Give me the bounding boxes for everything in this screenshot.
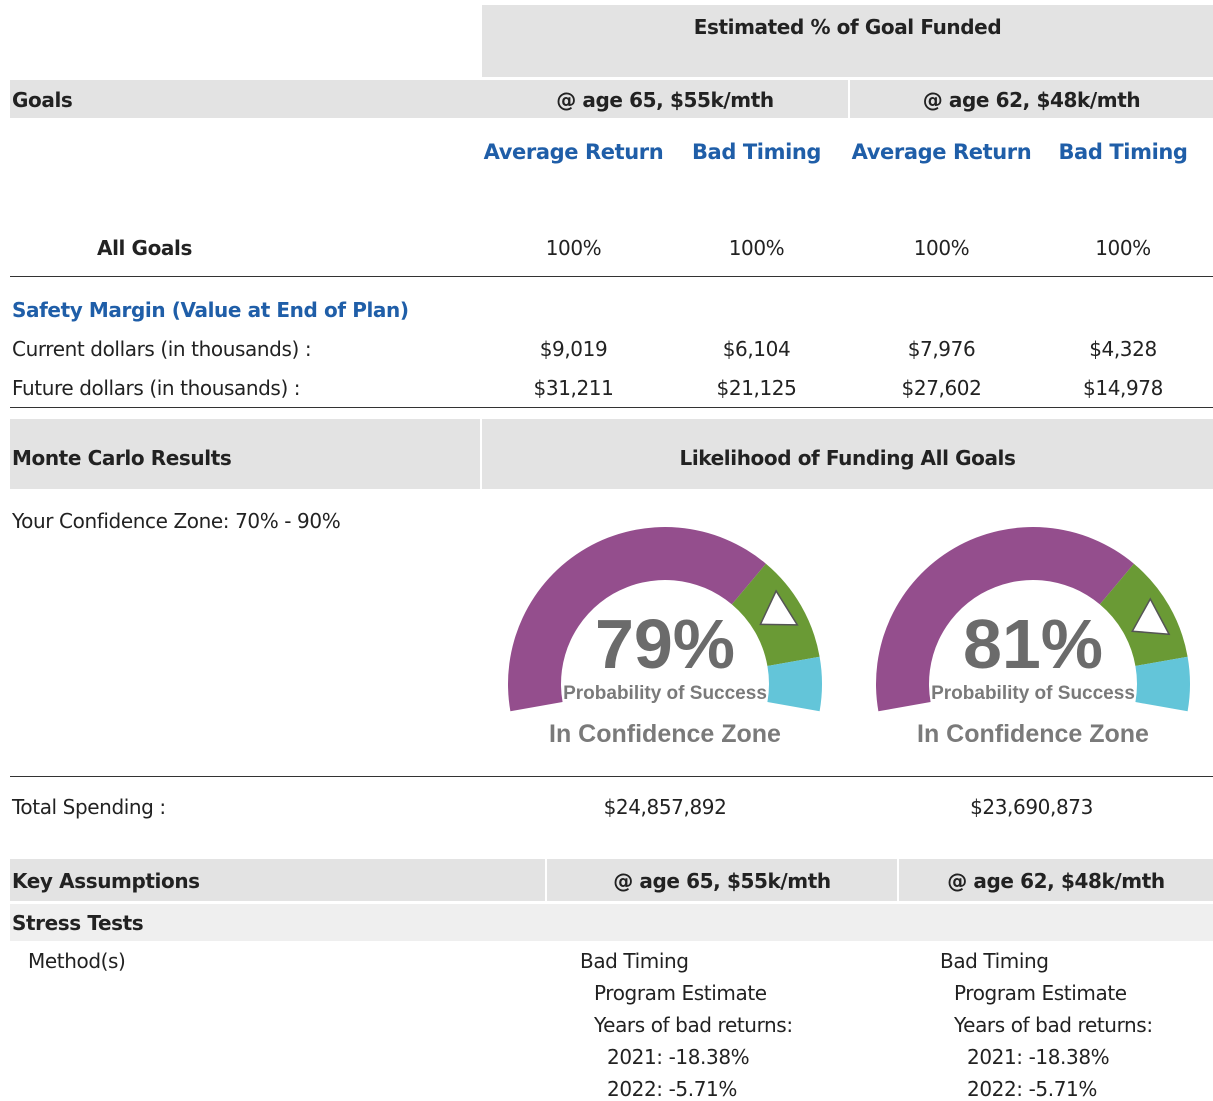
- subheader-average-return-2: Average Return: [851, 140, 1032, 164]
- stress-tests-row-bg: [10, 904, 1213, 941]
- divider-line: [10, 407, 1213, 408]
- bad-year-item: 2022: -5.71%: [967, 1077, 1097, 1101]
- all-goals-value-1: 100%: [545, 236, 602, 260]
- future-dollars-value: $21,125: [716, 376, 797, 400]
- gauge-segment-high: [1135, 656, 1190, 712]
- gauge-caption: Probability of Success: [563, 683, 767, 704]
- gauge-segment-high: [767, 656, 822, 712]
- bad-year-item: 2021: -18.38%: [967, 1045, 1110, 1069]
- monte-carlo-title: Monte Carlo Results: [12, 446, 232, 470]
- gauge-status: In Confidence Zone: [917, 720, 1149, 748]
- all-goals-label: All Goals: [97, 236, 192, 260]
- subheader-bad-timing-2: Bad Timing: [1058, 140, 1188, 164]
- current-dollars-value: $6,104: [722, 337, 791, 361]
- assumptions-scenario-2: @ age 62, $48k/mth: [947, 869, 1165, 893]
- methods-label: Method(s): [28, 949, 126, 973]
- success-gauge: 81% Probability of Success In Confidence…: [873, 502, 1193, 754]
- future-dollars-label: Future dollars (in thousands) :: [12, 376, 301, 400]
- gauge-svg: 79% Probability of Success In Confidence…: [508, 527, 822, 748]
- subheader-average-return-1: Average Return: [483, 140, 664, 164]
- current-dollars-value: $9,019: [539, 337, 608, 361]
- stress-tests-label: Stress Tests: [12, 911, 144, 935]
- scenario-2-header: @ age 62, $48k/mth: [922, 88, 1141, 112]
- gauge-caption: Probability of Success: [931, 683, 1135, 704]
- divider-line: [10, 276, 1213, 277]
- total-spending-label: Total Spending :: [12, 795, 166, 819]
- method-name: Bad Timing: [580, 949, 689, 973]
- subheader-bad-timing-1: Bad Timing: [691, 140, 822, 164]
- assumptions-scenario-1: @ age 65, $55k/mth: [613, 869, 831, 893]
- all-goals-value-4: 100%: [1095, 236, 1151, 260]
- bad-year-item: 2021: -18.38%: [607, 1045, 750, 1069]
- method-estimate: Program Estimate: [954, 981, 1127, 1005]
- future-dollars-value: $27,602: [901, 376, 982, 400]
- all-goals-value-3: 100%: [913, 236, 970, 260]
- current-dollars-value: $7,976: [907, 337, 976, 361]
- safety-margin-title: Safety Margin (Value at End of Plan): [12, 298, 409, 322]
- current-dollars-value: $4,328: [1089, 337, 1157, 361]
- all-goals-value-2: 100%: [728, 236, 785, 260]
- gauge-percent: 81%: [963, 605, 1103, 683]
- success-gauge: 79% Probability of Success In Confidence…: [505, 502, 825, 754]
- scenario-1-header: @ age 65, $55k/mth: [556, 88, 774, 112]
- future-dollars-value: $14,978: [1083, 376, 1163, 400]
- gauge-percent: 79%: [595, 605, 735, 683]
- future-dollars-value: $31,211: [533, 376, 614, 400]
- bad-year-item: 2022: -5.71%: [607, 1077, 737, 1101]
- current-dollars-label: Current dollars (in thousands) :: [12, 337, 312, 361]
- gauge-status: In Confidence Zone: [549, 720, 781, 748]
- method-name: Bad Timing: [940, 949, 1049, 973]
- method-estimate: Program Estimate: [594, 981, 767, 1005]
- total-spending-value: $24,857,892: [603, 795, 727, 819]
- key-assumptions-title: Key Assumptions: [12, 869, 200, 893]
- bad-years-label: Years of bad returns:: [954, 1013, 1153, 1037]
- divider-line: [10, 776, 1213, 777]
- gauge-svg: 81% Probability of Success In Confidence…: [876, 527, 1190, 748]
- goals-label: Goals: [12, 88, 73, 112]
- total-spending-value: $23,690,873: [970, 795, 1093, 819]
- likelihood-title: Likelihood of Funding All Goals: [679, 446, 1016, 470]
- funded-title: Estimated % of Goal Funded: [693, 15, 1002, 39]
- confidence-zone-text: Your Confidence Zone: 70% - 90%: [12, 509, 341, 533]
- bad-years-label: Years of bad returns:: [594, 1013, 793, 1037]
